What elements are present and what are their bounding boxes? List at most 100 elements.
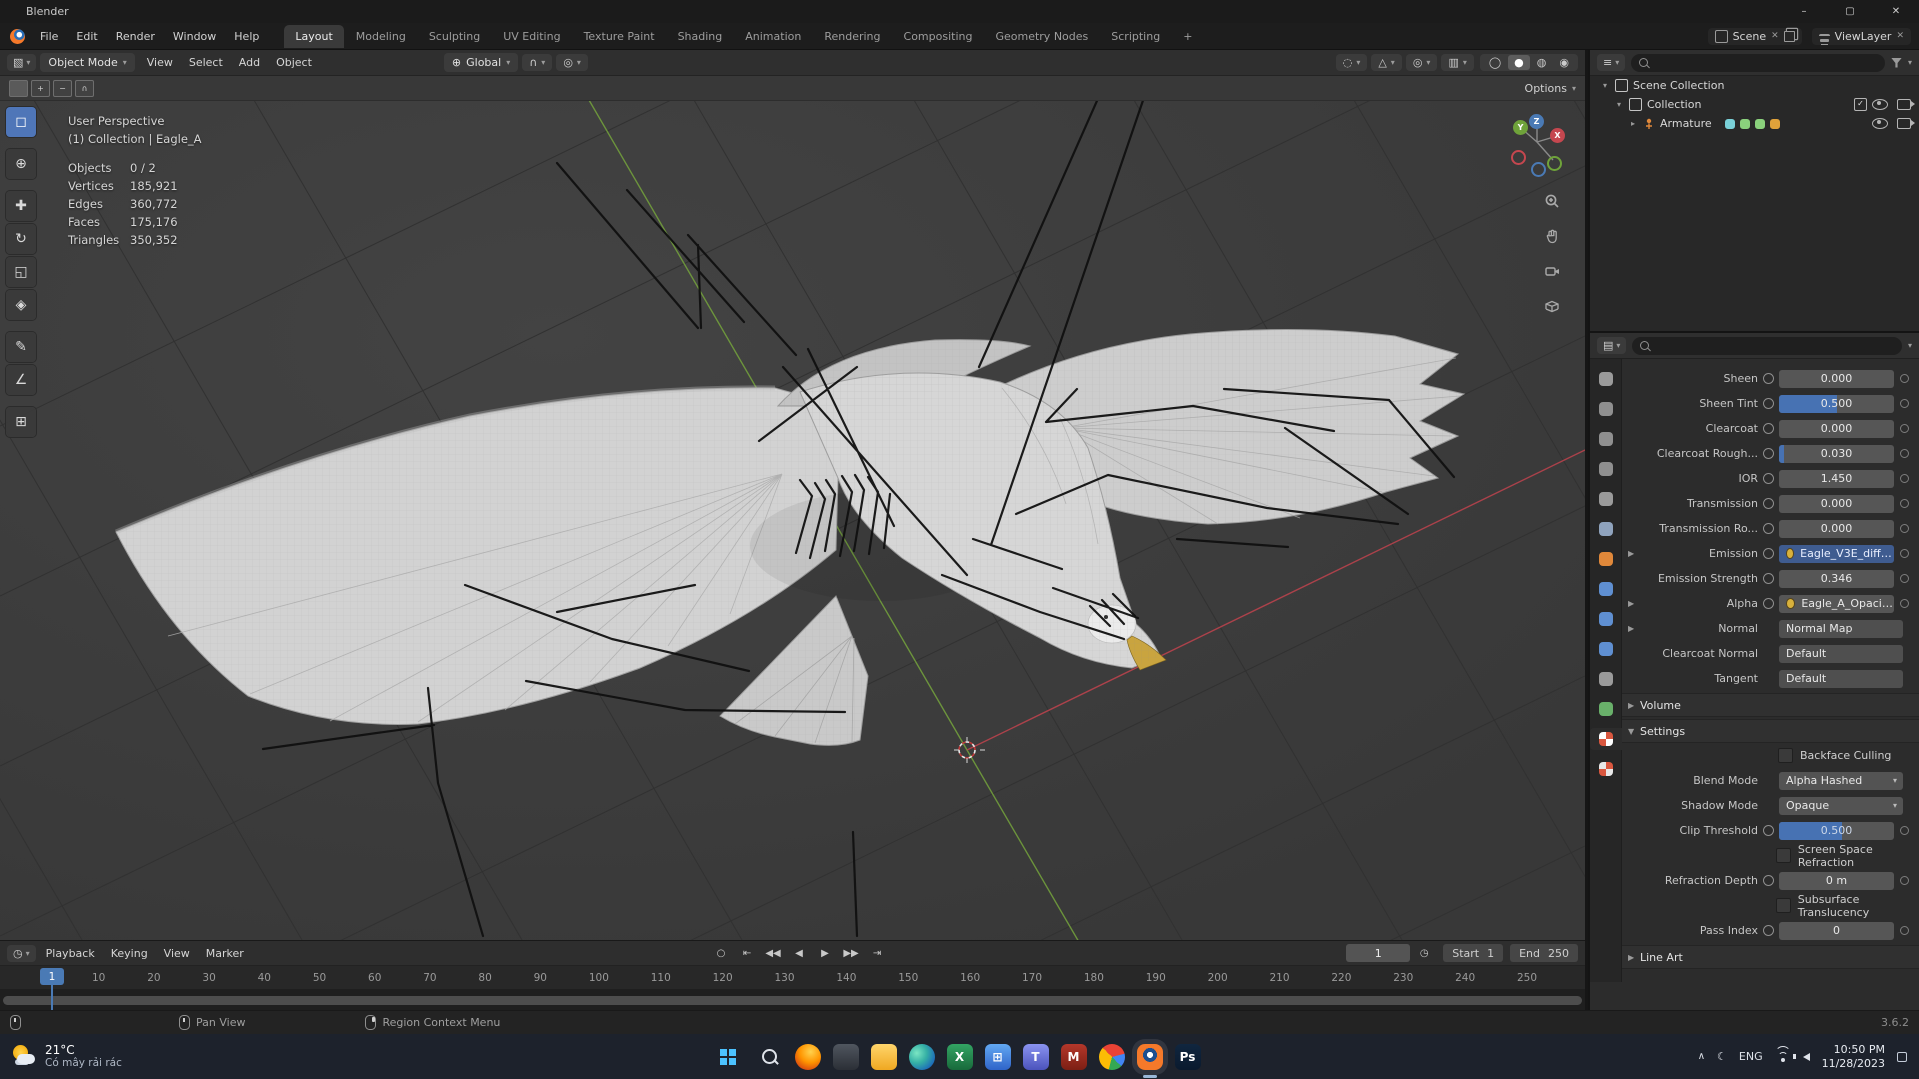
animate-decorator-icon[interactable] — [1900, 549, 1909, 558]
render-visibility-icon[interactable] — [1897, 99, 1915, 110]
playhead[interactable]: 1 — [40, 968, 64, 1013]
chevron-down-icon[interactable]: ▾ — [1908, 341, 1912, 350]
select-mode-button[interactable]: + — [31, 79, 50, 97]
properties-tab[interactable] — [1590, 398, 1622, 420]
transport-button[interactable]: ⇤ — [735, 944, 759, 963]
collection-checkbox[interactable]: ✓ — [1854, 98, 1867, 111]
timeline-scrollbar[interactable] — [0, 990, 1585, 1010]
outliner-row-scene-collection[interactable]: ▾ Scene Collection — [1590, 76, 1919, 95]
workspace-tab[interactable]: Animation — [734, 25, 812, 48]
property-row[interactable]: Blend Mode Blend Mode Alpha Hashed ▾ — [1622, 768, 1919, 793]
tray-chevron-icon[interactable]: ∧ — [1698, 1051, 1705, 1062]
taskbar-app-icon[interactable] — [1098, 1043, 1125, 1070]
property-row[interactable]: Pass Index Pass Index 0 ▾ — [1622, 918, 1919, 943]
tool-button[interactable]: ⊕ — [6, 149, 36, 179]
outliner-label[interactable]: Armature — [1660, 117, 1712, 130]
workspace-tab[interactable]: UV Editing — [492, 25, 571, 48]
axis-y-negative-handle[interactable] — [1547, 156, 1562, 171]
outliner-row-armature[interactable]: ▸ Armature — [1590, 114, 1919, 133]
checkbox[interactable] — [1778, 748, 1793, 763]
notification-icon[interactable] — [1897, 1051, 1907, 1062]
axis-y-handle[interactable]: Y — [1513, 120, 1528, 135]
taskbar-app-icon[interactable] — [1136, 1043, 1163, 1070]
property-field[interactable]: Opaque ▾ — [1779, 796, 1903, 815]
frame-start-field[interactable]: Start 1 — [1443, 944, 1504, 962]
property-row[interactable]: Screen Space Refraction Screen Space Ref… — [1622, 843, 1919, 869]
disclosure-icon[interactable]: ▼ — [1628, 727, 1640, 736]
timeline-menu-item[interactable]: Keying — [103, 944, 156, 963]
property-field[interactable]: Eagle_V3E_diffuseOrigi... ▾ — [1779, 544, 1894, 563]
menu-item[interactable]: Help — [225, 27, 268, 46]
axis-x-handle[interactable]: X — [1550, 128, 1565, 143]
property-field[interactable]: 0.000 ▾ — [1779, 494, 1894, 513]
night-light-icon[interactable]: ☾ — [1717, 1050, 1727, 1063]
copy-icon[interactable] — [1783, 30, 1795, 42]
transport-button[interactable]: ▶ — [813, 944, 837, 963]
taskbar-app-icon[interactable] — [794, 1043, 821, 1070]
tool-button[interactable]: ∠ — [6, 365, 36, 395]
property-row[interactable]: Clearcoat Clearcoat 0.000 ▾ — [1622, 416, 1919, 441]
view-toggle-button[interactable]: ◎ ▾ — [1405, 54, 1438, 71]
property-field[interactable]: 0.000 ▾ — [1779, 519, 1894, 538]
taskbar-app-icon[interactable] — [832, 1043, 859, 1070]
viewport-menu-item[interactable]: Add — [231, 53, 268, 72]
timeline-menu-item[interactable]: View — [156, 944, 198, 963]
workspace-tab[interactable]: Rendering — [813, 25, 891, 48]
property-field[interactable]: 0 m ▾ — [1779, 871, 1894, 890]
outliner-editor-button[interactable]: ≡ ▾ — [1597, 54, 1626, 71]
unlink-icon[interactable]: ✕ — [1771, 31, 1779, 41]
property-row[interactable]: ▶ Emission Emission Eagle_V3E_diffuseOri… — [1622, 541, 1919, 566]
properties-tab[interactable] — [1590, 608, 1622, 630]
outliner-label[interactable]: Scene Collection — [1633, 79, 1724, 92]
properties-tab[interactable] — [1589, 728, 1622, 750]
transport-button[interactable]: ▶▶ — [839, 944, 863, 963]
disclosure-icon[interactable]: ▸ — [1628, 119, 1638, 128]
property-row[interactable]: Clip Threshold Clip Threshold 0.500 ▾ — [1622, 818, 1919, 843]
disclosure-icon[interactable]: ▶ — [1628, 599, 1640, 608]
mode-dropdown[interactable]: Object Mode ▾ — [40, 53, 135, 72]
animate-decorator-icon[interactable] — [1900, 574, 1909, 583]
property-field[interactable]: Eagle_A_Opacity.png ▾ — [1779, 594, 1894, 613]
navigation-gizmo[interactable]: Z Y X — [1505, 110, 1569, 177]
outliner-row-collection[interactable]: ▾ Collection ✓ — [1590, 95, 1919, 114]
editor-type-button[interactable]: ▧ ▾ — [7, 54, 37, 71]
3d-viewport[interactable]: + − ∩ Options ▾ ◻ ⊕ ✚ ↻ ◱ ◈ ✎ ∠ ⊞ User Perspective… — [0, 76, 1585, 940]
disclosure-icon[interactable]: ▾ — [1614, 100, 1624, 109]
animate-decorator-icon[interactable] — [1900, 399, 1909, 408]
properties-tab[interactable] — [1590, 668, 1622, 690]
axis-z-negative-handle[interactable] — [1531, 162, 1546, 177]
checkbox[interactable] — [1775, 848, 1791, 863]
zoom-button[interactable] — [1539, 188, 1565, 214]
transport-button[interactable]: ◀◀ — [761, 944, 785, 963]
taskbar-app-icon[interactable] — [870, 1043, 897, 1070]
chevron-down-icon[interactable]: ▾ — [1908, 58, 1912, 67]
tool-button[interactable]: ◱ — [6, 257, 36, 287]
properties-tab[interactable] — [1590, 368, 1622, 390]
select-mode-button[interactable]: − — [53, 79, 72, 97]
workspace-tab[interactable]: Sculpting — [418, 25, 491, 48]
properties-tab[interactable] — [1590, 488, 1622, 510]
frame-end-field[interactable]: End 250 — [1510, 944, 1578, 962]
timeline-editor-button[interactable]: ◷ ▾ — [7, 944, 36, 962]
pan-hand-button[interactable] — [1539, 223, 1565, 249]
animate-decorator-icon[interactable] — [1900, 826, 1909, 835]
tool-button[interactable]: ✚ — [6, 191, 36, 221]
options-dropdown[interactable]: Options ▾ — [1525, 82, 1576, 95]
property-field[interactable]: 0.000 ▾ — [1779, 369, 1894, 388]
timeline-menu-item[interactable]: Playback — [38, 944, 103, 963]
language-indicator[interactable]: ENG — [1739, 1050, 1763, 1063]
checkbox[interactable] — [1775, 898, 1791, 913]
property-field[interactable]: 0 ▾ — [1779, 921, 1894, 940]
property-row[interactable]: IOR IOR 1.450 ▾ — [1622, 466, 1919, 491]
animate-decorator-icon[interactable] — [1900, 599, 1909, 608]
taskbar-search-button[interactable] — [757, 1044, 783, 1070]
property-field[interactable]: Normal Map ▾ — [1779, 619, 1903, 638]
shading-mode-button[interactable]: ◍ — [1531, 55, 1553, 70]
animate-decorator-icon[interactable] — [1900, 374, 1909, 383]
animate-decorator-icon[interactable] — [1900, 926, 1909, 935]
properties-search-input[interactable] — [1632, 336, 1902, 355]
property-row[interactable]: Transmission Transmission 0.000 ▾ — [1622, 491, 1919, 516]
property-field[interactable]: Default ▾ — [1779, 644, 1903, 663]
property-row[interactable]: ▶ Normal Normal Normal Map ▾ — [1622, 616, 1919, 641]
use-preview-range-icon[interactable]: ◷ — [1412, 944, 1436, 963]
